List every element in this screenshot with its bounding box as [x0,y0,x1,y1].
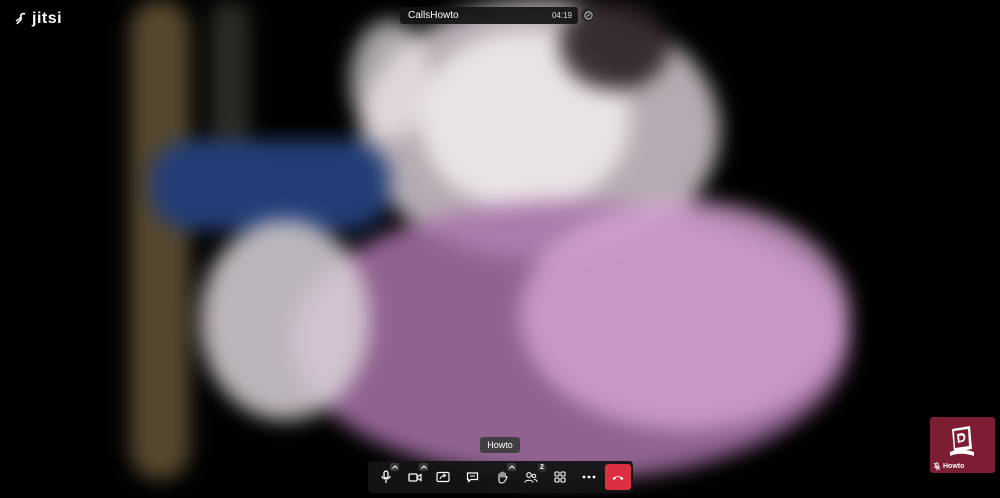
meeting-timer: 04:19 [551,11,572,20]
camera-options-button[interactable] [419,463,428,471]
thumbnail-label: Howto [933,462,964,471]
hangup-icon [612,476,624,480]
microphone-icon [381,470,391,483]
camera-icon [408,473,422,482]
tile-view-icon [554,471,566,483]
chevron-up-icon [420,465,427,469]
share-screen-icon [436,471,450,483]
tile-view-button[interactable] [548,464,572,490]
chat-button[interactable] [460,464,484,490]
participants-count-badge: 2 [538,463,546,472]
more-options-icon [582,475,596,479]
chat-icon [466,472,478,483]
thumbnail-name: Howto [943,463,965,470]
hangup-button[interactable] [605,464,631,490]
main-video [0,0,1000,498]
toolbar: 2 [368,461,633,493]
toolbar-tooltip: Howto [480,437,520,453]
raise-hand-icon [497,471,508,484]
connection-info-button[interactable] [581,8,595,22]
chevron-up-icon [391,465,398,469]
reactions-options-button[interactable] [507,463,516,471]
muted-microphone-icon [933,462,941,471]
share-screen-button[interactable] [431,464,455,490]
meeting-header: CallsHowto 04:19 [400,7,596,24]
jitsi-icon [15,12,26,25]
chevron-up-icon [508,465,515,469]
howto-logo-icon [950,426,974,456]
meeting-name: CallsHowto [408,10,459,21]
participants-icon [524,471,538,483]
microphone-options-button[interactable] [390,463,399,471]
jitsi-logo: jitsi [14,10,62,28]
participant-thumbnail[interactable]: Howto [930,417,995,473]
meeting-title-box: CallsHowto 04:19 [400,7,578,24]
more-options-button[interactable] [577,464,601,490]
info-icon [583,10,593,20]
brand-label: jitsi [32,10,63,27]
